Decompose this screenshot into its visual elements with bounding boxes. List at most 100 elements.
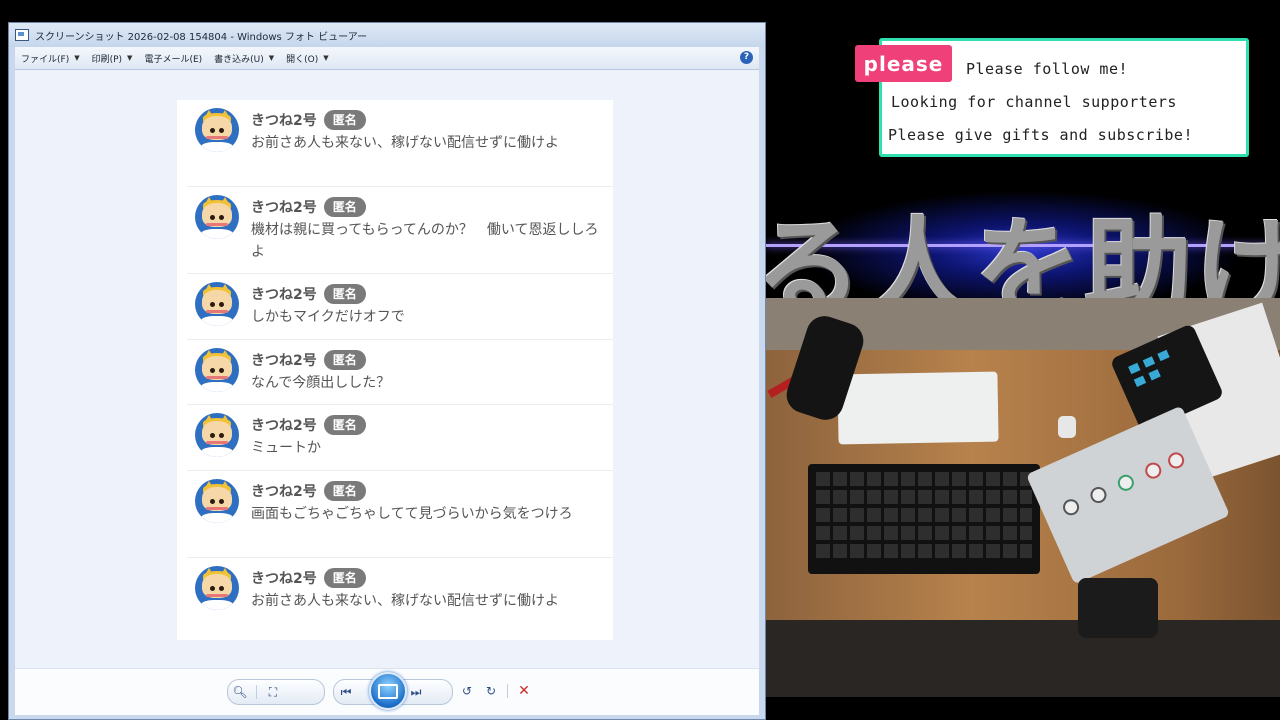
comment-text: ミュートか (251, 440, 321, 456)
commenter-name: きつね2号 (251, 353, 317, 369)
anonymous-badge: 匿名 (323, 568, 366, 588)
commenter-name: きつね2号 (251, 484, 317, 500)
commenter-name: きつね2号 (251, 287, 317, 303)
comment-item: きつね2号 匿名 機材は親に買ってもらってんのか？ 働いて恩返ししろよ (187, 187, 613, 274)
chevron-down-icon: ▼ (268, 54, 275, 62)
desk-puck (1058, 416, 1076, 438)
commenter-name: きつね2号 (251, 571, 317, 587)
chevron-down-icon: ▼ (74, 54, 80, 62)
comment-header: きつね2号 匿名 (251, 568, 366, 588)
title-bar[interactable]: スクリーンショット 2026-02-08 154804 - Windows フォ… (9, 23, 765, 47)
comment-item: きつね2号 匿名 なんで今顔出しした？ (187, 340, 613, 405)
desk-shelf (766, 620, 1280, 697)
divider (256, 685, 257, 699)
anonymous-badge: 匿名 (323, 481, 366, 501)
zoom-icon[interactable]: 🔍︎ (228, 681, 252, 703)
comment-item: きつね2号 匿名 ミュートか (187, 405, 613, 471)
follow-line-2: Looking for channel supporters (891, 93, 1177, 111)
menu-burn[interactable]: 書き込み(U) ▼ (214, 52, 274, 65)
comment-text: 機材は親に買ってもらってんのか？ 働いて恩返ししろよ (251, 222, 599, 260)
commenter-name: きつね2号 (251, 200, 317, 216)
image-view-area: きつね2号 匿名 お前さあ人も来ない、稼げない配信せずに働けよ きつね2号 匿名 機… (15, 70, 759, 668)
photo-viewer-app-icon (15, 29, 29, 41)
divider (507, 684, 508, 698)
photo-viewer-window: スクリーンショット 2026-02-08 154804 - Windows フォ… (8, 22, 766, 720)
fox-avatar (195, 108, 239, 152)
window-title: スクリーンショット 2026-02-08 154804 - Windows フォ… (35, 31, 368, 43)
follow-line-3: Please give gifts and subscribe! (888, 126, 1193, 144)
comment-header: きつね2号 匿名 (251, 481, 366, 501)
rotate-delete-group: ↺ ↻ ✕ (455, 679, 547, 703)
comment-header: きつね2号 匿名 (251, 350, 366, 370)
banner-text: る人を助ける (766, 207, 1280, 298)
fox-avatar (195, 413, 239, 457)
comment-header: きつね2号 匿名 (251, 197, 366, 217)
next-icon[interactable]: ⏭ (404, 681, 428, 703)
white-keyboard (837, 371, 999, 445)
mixer-knob (1087, 484, 1110, 506)
black-keyboard (808, 464, 1040, 574)
mixer-knob (1060, 496, 1082, 518)
key-row (816, 526, 1032, 540)
delete-icon[interactable]: ✕ (512, 680, 536, 702)
anonymous-badge: 匿名 (323, 415, 366, 435)
chevron-down-icon: ▼ (323, 54, 329, 62)
commenter-name: きつね2号 (251, 113, 317, 129)
menu-file-label: ファイル(F) (21, 54, 70, 65)
follow-line-1: Please follow me! (966, 60, 1129, 78)
zoom-group: 🔍︎ ⛶ (227, 679, 325, 705)
comment-item: きつね2号 匿名 お前さあ人も来ない、稼げない配信せずに働けよ (187, 100, 613, 187)
comment-header: きつね2号 匿名 (251, 415, 366, 435)
menu-open-label: 開く(O) (286, 54, 319, 65)
menu-open[interactable]: 開く(O) ▼ (286, 52, 329, 65)
menu-print-label: 印刷(P) (91, 54, 123, 65)
pad (1142, 356, 1156, 368)
menu-email[interactable]: 電子メール(E) (144, 52, 202, 65)
rotate-right-icon[interactable]: ↻ (479, 680, 503, 702)
banner: る人を助ける (766, 180, 1280, 298)
please-tag: please (855, 45, 952, 82)
comment-item: きつね2号 匿名 しかもマイクだけオフで (187, 274, 613, 340)
comment-list: きつね2号 匿名 お前さあ人も来ない、稼げない配信せずに働けよ きつね2号 匿名 機… (177, 100, 613, 640)
speaker (1078, 578, 1158, 638)
comment-item: きつね2号 匿名 画面もごちゃごちゃしてて見づらいから気をつけろ (187, 471, 613, 558)
commenter-name: きつね2号 (251, 418, 317, 434)
key-row (816, 544, 1032, 558)
menu-email-label: 電子メール(E) (144, 54, 203, 65)
comment-item: きつね2号 匿名 お前さあ人も来ない、稼げない配信せずに働けよ (187, 558, 613, 640)
fox-avatar (195, 479, 239, 523)
pad (1128, 362, 1141, 375)
desk-camera-feed (766, 298, 1280, 697)
anonymous-badge: 匿名 (323, 284, 366, 304)
comment-header: きつね2号 匿名 (251, 284, 366, 304)
mixer-knob (1115, 472, 1137, 494)
comment-text: お前さあ人も来ない、稼げない配信せずに働けよ (251, 135, 559, 151)
rotate-left-icon[interactable]: ↺ (455, 680, 479, 702)
comment-text: 画面もごちゃごちゃしてて見づらいから気をつけろ (251, 506, 573, 522)
menu-burn-label: 書き込み(U) (214, 54, 264, 65)
slideshow-icon (378, 683, 398, 699)
comment-text: なんで今顔出しした？ (251, 375, 391, 391)
menu-bar: ファイル(F) ▼ 印刷(P) ▼ 電子メール(E) 書き込み(U) ▼ 開く(O) ▼… (15, 47, 759, 70)
actual-size-icon[interactable]: ⛶ (261, 681, 285, 703)
previous-icon[interactable]: ⏮ (334, 681, 358, 703)
fox-avatar (195, 195, 239, 239)
key-row (816, 472, 1032, 486)
anonymous-badge: 匿名 (323, 350, 366, 370)
pad (1157, 349, 1170, 362)
slideshow-button[interactable] (369, 672, 407, 710)
mixer-knob (1142, 460, 1164, 482)
pad (1133, 375, 1147, 387)
comment-text: しかもマイクだけオフで (251, 309, 405, 325)
mixer-knob (1165, 449, 1187, 472)
menu-print[interactable]: 印刷(P) ▼ (92, 52, 133, 65)
anonymous-badge: 匿名 (323, 197, 366, 217)
key-row (816, 490, 1032, 504)
help-icon[interactable]: ? (740, 51, 753, 64)
pad (1148, 369, 1161, 381)
comment-header: きつね2号 匿名 (251, 110, 366, 130)
fox-avatar (195, 566, 239, 610)
menu-file[interactable]: ファイル(F) ▼ (21, 52, 80, 65)
chevron-down-icon: ▼ (127, 54, 133, 62)
viewer-toolbar: 🔍︎ ⛶ ⏮ ⏭ ↺ ↻ ✕ (15, 668, 759, 715)
